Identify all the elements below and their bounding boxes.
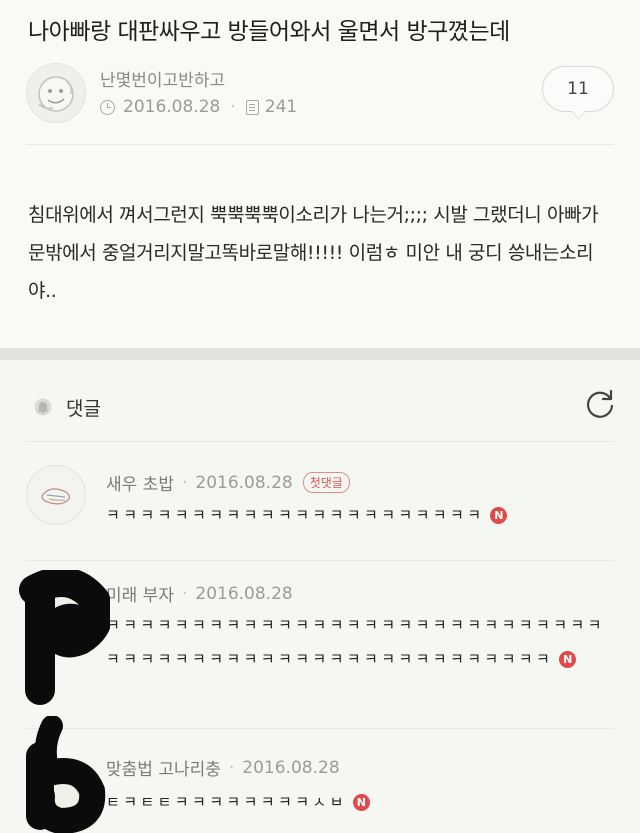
avatar-illustration-icon: [27, 466, 85, 524]
avatar-illustration-icon: [38, 76, 74, 112]
comments-header: 댓글: [0, 378, 640, 434]
comment-date: 2016.08.28: [195, 583, 293, 604]
comment-date: 2016.08.28: [195, 472, 293, 493]
comment-text: ㅋㅋㅋㅋㅋㅋㅋㅋㅋㅋㅋㅋㅋㅋㅋㅋㅋㅋㅋㅋㅋㅋ: [106, 506, 485, 524]
comment-date: 2016.08.28: [242, 757, 340, 778]
author-avatar[interactable]: [26, 63, 86, 123]
comment-header: 미래 부자 · 2016.08.28: [106, 581, 293, 607]
commenter-avatar[interactable]: [26, 590, 86, 650]
comment-count-button[interactable]: 11: [542, 66, 614, 112]
comment-text-wrapper: ㅋㅋㅋㅋㅋㅋㅋㅋㅋㅋㅋㅋㅋㅋㅋㅋㅋㅋㅋㅋㅋㅋㅋㅋㅋㅋㅋㅋㅋㅋㅋㅋㅋㅋㅋㅋㅋㅋㅋㅋ…: [106, 608, 620, 676]
commenter-avatar[interactable]: [26, 465, 86, 525]
new-badge-icon: N: [352, 794, 370, 811]
comment-item: 맞춤법 고나리충 · 2016.08.28 ㅌㅋㅌㅌㅋㅋㅋㅋㅋㅋㅋㅋㅅㅂ N: [0, 716, 640, 833]
first-comment-badge: 첫댓글: [302, 472, 350, 493]
meta-separator: ·: [228, 757, 235, 778]
comment-header: 맞춤법 고나리충 · 2016.08.28: [106, 755, 340, 781]
comment-text-wrapper: ㅋㅋㅋㅋㅋㅋㅋㅋㅋㅋㅋㅋㅋㅋㅋㅋㅋㅋㅋㅋㅋㅋ N: [106, 498, 612, 532]
meta-separator: ·: [181, 472, 188, 493]
comment-text-wrapper: ㅌㅋㅌㅌㅋㅋㅋㅋㅋㅋㅋㅋㅅㅂ N: [106, 785, 612, 819]
refresh-icon[interactable]: [582, 386, 618, 422]
post-date: 2016.08.28: [123, 97, 221, 117]
comment-item: 새우 초밥 · 2016.08.28 첫댓글 ㅋㅋㅋㅋㅋㅋㅋㅋㅋㅋㅋㅋㅋㅋㅋㅋㅋ…: [0, 441, 640, 561]
comment-author[interactable]: 맞춤법 고나리충: [106, 755, 221, 780]
divider: [26, 144, 614, 145]
new-badge-icon: N: [559, 651, 577, 668]
section-divider: [0, 348, 640, 360]
views-icon: [245, 99, 259, 115]
post-body: 침대위에서 껴서그런지 뿍뿍뿍뿍이소리가 나는거;;;; 시발 그랬더니 아빠가…: [28, 204, 599, 302]
post-views: 241: [264, 97, 298, 117]
comment-count: 11: [567, 79, 589, 99]
author-name[interactable]: 난몇번이고반하고: [100, 66, 225, 91]
post-section: 나아빠랑 대판싸우고 방들어와서 울면서 방구꼈는데 난몇번이고반하고 2016…: [0, 0, 640, 350]
comment-text: ㅌㅋㅌㅌㅋㅋㅋㅋㅋㅋㅋㅋㅅㅂ: [106, 793, 347, 811]
clock-icon: [100, 99, 115, 115]
comment-author[interactable]: 새우 초밥: [106, 470, 174, 495]
meta-separator: ·: [181, 583, 188, 604]
post-meta: 2016.08.28 · 241: [100, 97, 297, 117]
bell-icon[interactable]: [34, 397, 52, 417]
comment-header: 새우 초밥 · 2016.08.28 첫댓글: [106, 470, 350, 495]
comment-item: 미래 부자 · 2016.08.28 ㅋㅋㅋㅋㅋㅋㅋㅋㅋㅋㅋㅋㅋㅋㅋㅋㅋㅋㅋㅋㅋ…: [0, 560, 640, 728]
new-badge-icon: N: [490, 507, 508, 524]
comment-text: ㅋㅋㅋㅋㅋㅋㅋㅋㅋㅋㅋㅋㅋㅋㅋㅋㅋㅋㅋㅋㅋㅋㅋㅋㅋㅋㅋㅋㅋㅋㅋㅋㅋㅋㅋㅋㅋㅋㅋㅋ…: [106, 616, 605, 668]
meta-separator: ·: [230, 97, 236, 117]
post-title: 나아빠랑 대판싸우고 방들어와서 울면서 방구꼈는데: [28, 19, 510, 45]
comments-title: 댓글: [66, 398, 101, 420]
commenter-avatar[interactable]: [26, 758, 86, 818]
comment-author[interactable]: 미래 부자: [106, 581, 174, 606]
